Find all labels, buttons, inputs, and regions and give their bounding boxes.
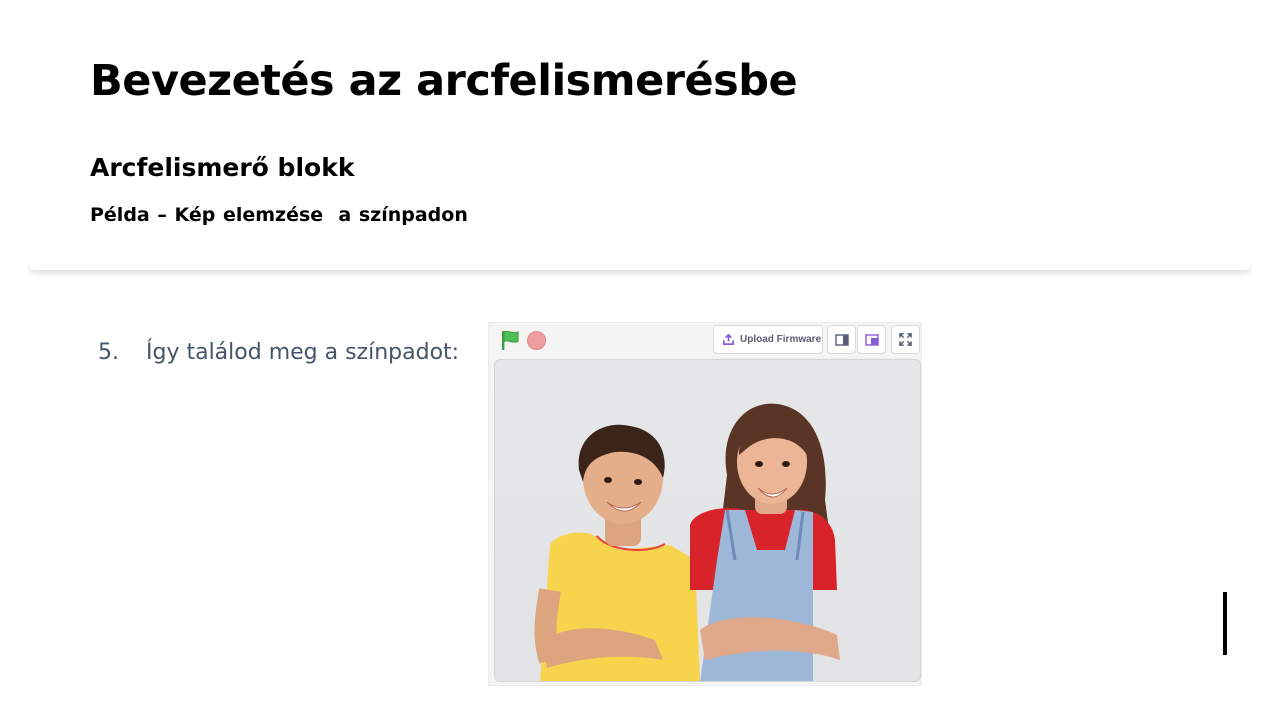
slide-subtitle: Arcfelismerő blokk <box>90 153 355 182</box>
fullscreen-icon <box>899 333 912 346</box>
slide-title: Bevezetés az arcfelismerésbe <box>90 56 798 106</box>
stage-canvas[interactable] <box>494 359 921 682</box>
upload-icon <box>723 333 734 345</box>
upload-firmware-label: Upload Firmware <box>740 334 822 345</box>
upload-firmware-button[interactable]: Upload Firmware <box>713 325 823 354</box>
children-photo <box>534 403 840 681</box>
fullscreen-button[interactable] <box>891 325 920 354</box>
stop-icon[interactable] <box>527 331 546 350</box>
step-number: 5. <box>98 340 119 365</box>
small-stage-button[interactable] <box>827 325 856 354</box>
step-text: Így találod meg a színpadot: <box>146 340 460 365</box>
text-cursor <box>1223 592 1227 655</box>
example-heading: Példa – Kép elemzése a színpadon <box>90 204 468 226</box>
large-stage-button[interactable] <box>857 325 886 354</box>
slide-header <box>0 0 1280 266</box>
large-stage-icon <box>864 333 879 346</box>
step-item: 5. Így találod meg a színpadot: <box>98 340 459 365</box>
small-stage-icon <box>834 333 849 346</box>
boy-figure <box>534 424 700 681</box>
stage-screenshot: Upload Firmware <box>488 322 922 686</box>
girl-figure <box>690 403 840 681</box>
green-flag-icon[interactable] <box>499 329 521 351</box>
header-divider <box>30 262 1250 270</box>
